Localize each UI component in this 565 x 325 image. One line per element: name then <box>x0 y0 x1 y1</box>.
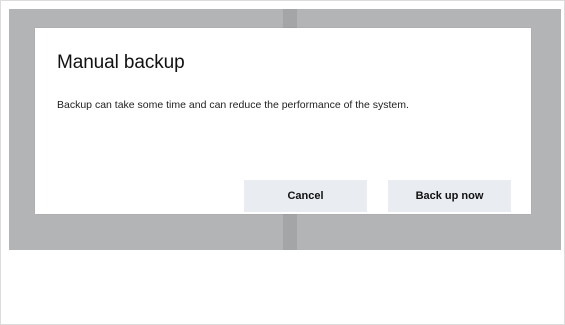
cancel-button[interactable]: Cancel <box>244 180 367 212</box>
dialog-title: Manual backup <box>57 52 185 73</box>
manual-backup-dialog: Manual backup Backup can take some time … <box>35 28 531 214</box>
dialog-message: Backup can take some time and can reduce… <box>57 99 409 111</box>
back-up-now-button[interactable]: Back up now <box>388 180 511 212</box>
app-window: Manual backup Backup can take some time … <box>0 0 565 325</box>
